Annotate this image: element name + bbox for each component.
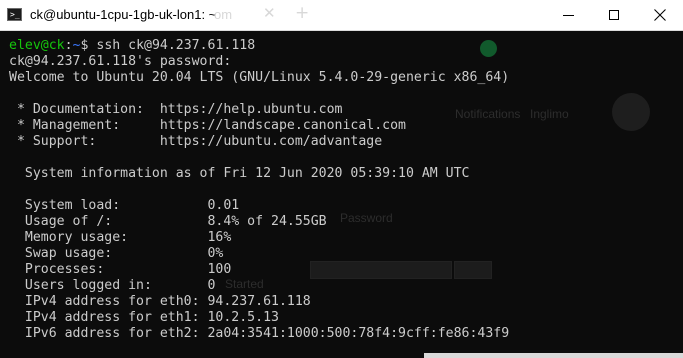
output-line: System information as of Fri 12 Jun 2020… [9, 166, 470, 181]
background-tab-label: om [214, 7, 233, 22]
close-icon [654, 9, 666, 21]
background-tab-close-icon: ✕ [263, 4, 276, 22]
window-title: ck@ubuntu-1cpu-1gb-uk-lon1: ~ [30, 7, 217, 22]
terminal-window: >_ ck@ubuntu-1cpu-1gb-uk-lon1: ~ om ✕ + … [0, 0, 683, 358]
prompt-line: elev@ck:~$ ssh ck@94.237.61.118 [9, 38, 509, 54]
avatar [612, 93, 650, 131]
prompt-separator: : [64, 38, 73, 53]
output-line: IPv6 address for eth2: 2a04:3541:1000:50… [9, 326, 510, 341]
maximize-icon [609, 10, 619, 20]
terminal-output[interactable]: elev@ck:~$ ssh ck@94.237.61.118 ck@94.237… [9, 38, 509, 342]
output-line: * Management: https://landscape.canonica… [9, 118, 406, 133]
output-line: * Documentation: https://help.ubuntu.com [9, 102, 343, 117]
output-line: Welcome to Ubuntu 20.04 LTS (GNU/Linux 5… [9, 70, 510, 85]
output-line: Usage of /: 8.4% of 24.55GB [9, 214, 327, 229]
minimize-button[interactable] [546, 0, 592, 30]
maximize-button[interactable] [592, 0, 638, 30]
output-line: Processes: 100 [9, 262, 232, 277]
output-line: IPv4 address for eth0: 94.237.61.118 [9, 294, 311, 309]
prompt-user-host: elev@ck [9, 38, 65, 53]
ghost-menu: Inglimo [530, 107, 569, 121]
new-tab-icon: + [295, 3, 310, 23]
taskbar-edge [424, 353, 683, 358]
output-line: Memory usage: 16% [9, 230, 232, 245]
title-bar[interactable]: >_ ck@ubuntu-1cpu-1gb-uk-lon1: ~ om ✕ + [0, 0, 683, 31]
output-line: ck@94.237.61.118's password: [9, 54, 232, 69]
output-line: Swap usage: 0% [9, 246, 224, 261]
terminal-icon: >_ [7, 8, 22, 21]
output-line: Users logged in: 0 [9, 278, 216, 293]
minimize-icon [563, 15, 574, 16]
output-line: * Support: https://ubuntu.com/advantage [9, 134, 383, 149]
output-line: System load: 0.01 [9, 198, 240, 213]
close-button[interactable] [637, 0, 683, 30]
prompt-symbol: $ [80, 38, 97, 53]
prompt-command: ssh ck@94.237.61.118 [96, 38, 256, 53]
output-line: IPv4 address for eth1: 10.2.5.13 [9, 310, 279, 325]
